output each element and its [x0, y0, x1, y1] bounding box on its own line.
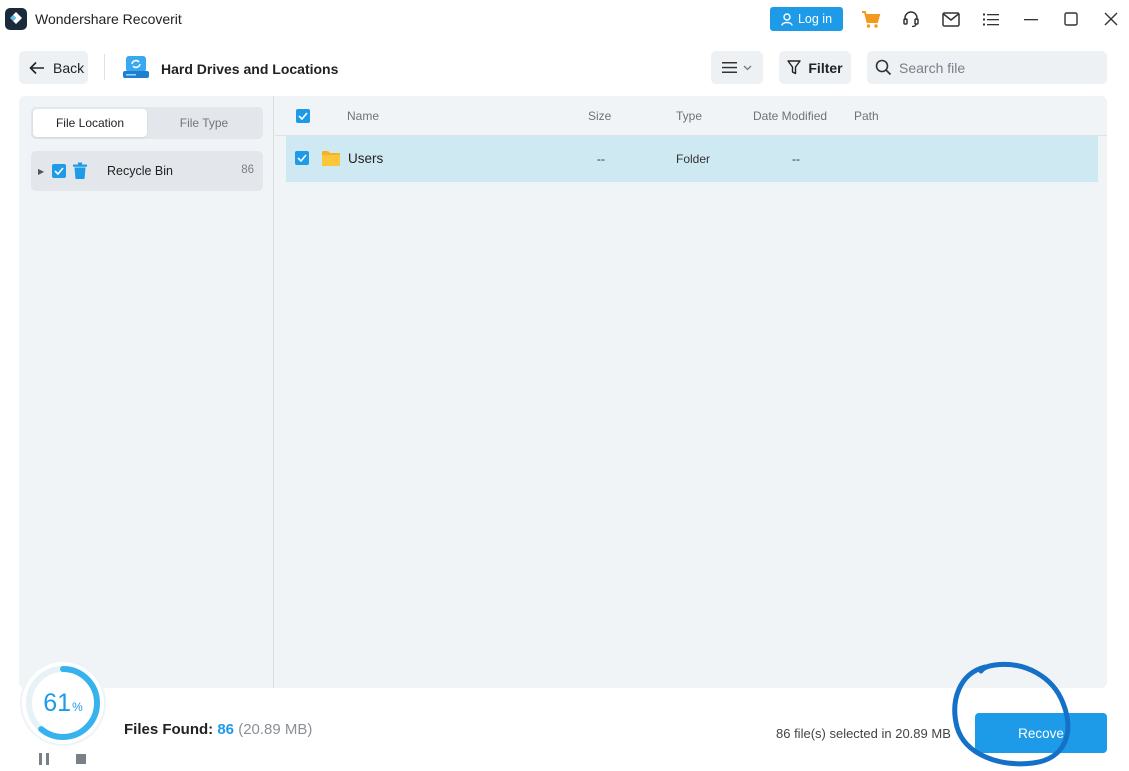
recycle-bin-icon	[73, 162, 87, 179]
column-header-size[interactable]: Size	[588, 109, 611, 123]
list-view-icon	[722, 62, 737, 73]
app-title: Wondershare Recoverit	[35, 11, 182, 27]
tab-file-location-label: File Location	[55, 116, 125, 130]
recycle-bin-checkbox[interactable]	[52, 164, 66, 178]
tree-item-count: 86	[241, 164, 254, 176]
search-input[interactable]	[899, 59, 1099, 76]
arrow-left-icon	[29, 61, 44, 74]
expand-arrow-icon[interactable]: ▶	[38, 167, 44, 176]
recoverit-logo-icon	[5, 8, 27, 30]
menu-list-icon[interactable]	[980, 8, 1002, 30]
back-button[interactable]: Back	[19, 51, 88, 84]
back-label: Back	[53, 59, 85, 76]
column-header-name[interactable]: Name	[347, 109, 379, 123]
search-box	[867, 51, 1107, 84]
tree-item-label: Recycle Bin	[107, 164, 173, 178]
stop-icon[interactable]	[76, 754, 86, 764]
select-all-checkbox[interactable]	[296, 109, 310, 123]
chevron-down-icon	[743, 65, 752, 70]
files-found-size: (20.89 MB)	[238, 721, 313, 738]
files-found-label: Files Found:	[124, 721, 214, 738]
scan-progress-ring: 61%	[19, 659, 107, 747]
view-tabs: File Location File Type	[31, 107, 263, 139]
selection-summary: 86 file(s) selected in 20.89 MB	[776, 726, 951, 741]
title-bar: Wondershare Recoverit Log in	[0, 0, 1129, 38]
table-header: Name Size Type Date Modified Path	[275, 96, 1107, 136]
close-icon[interactable]	[1100, 8, 1122, 30]
recover-button[interactable]: Recove	[975, 713, 1107, 753]
cart-icon[interactable]	[860, 8, 882, 30]
mail-icon[interactable]	[940, 8, 962, 30]
hard-drive-icon	[123, 56, 149, 78]
row-checkbox[interactable]	[295, 151, 309, 165]
location-title: Hard Drives and Locations	[161, 61, 339, 77]
row-name: Users	[348, 151, 384, 166]
table-row[interactable]: Users -- Folder --	[286, 136, 1098, 182]
view-mode-dropdown[interactable]	[711, 51, 763, 84]
main-panel: File Location File Type ▶ Recycle Bin 86…	[19, 96, 1107, 688]
search-icon	[875, 59, 892, 76]
percent-sign: %	[72, 700, 83, 714]
user-icon	[781, 12, 793, 26]
pause-icon[interactable]	[38, 753, 50, 765]
progress-percent: 61%	[19, 659, 107, 747]
row-size: --	[597, 152, 605, 166]
row-type: Folder	[676, 152, 711, 166]
tab-file-type-label: File Type	[179, 116, 229, 130]
folder-icon	[322, 151, 340, 166]
headset-icon[interactable]	[900, 8, 922, 30]
maximize-icon[interactable]	[1060, 8, 1082, 30]
progress-value: 61	[43, 688, 72, 717]
files-found-count: 86	[217, 721, 235, 738]
tree-item-recycle-bin[interactable]: ▶ Recycle Bin 86	[31, 151, 263, 191]
filter-button[interactable]: Filter	[779, 51, 851, 84]
tab-file-location[interactable]: File Location	[33, 109, 147, 137]
column-header-date-modified[interactable]: Date Modified	[753, 109, 827, 123]
toolbar-divider	[104, 54, 105, 80]
funnel-icon	[787, 60, 802, 75]
tab-file-type[interactable]: File Type	[147, 109, 261, 137]
column-header-type[interactable]: Type	[676, 109, 702, 123]
recover-label: Recove	[1018, 725, 1064, 741]
login-label: Log in	[797, 12, 833, 26]
minimize-icon[interactable]	[1020, 8, 1042, 30]
files-found-summary: Files Found: 86 (20.89 MB)	[124, 721, 312, 738]
sidebar: File Location File Type ▶ Recycle Bin 86	[19, 96, 274, 688]
column-header-path[interactable]: Path	[854, 109, 879, 123]
login-button[interactable]: Log in	[770, 7, 843, 31]
filter-label: Filter	[808, 59, 843, 76]
row-date-modified: --	[792, 152, 800, 166]
